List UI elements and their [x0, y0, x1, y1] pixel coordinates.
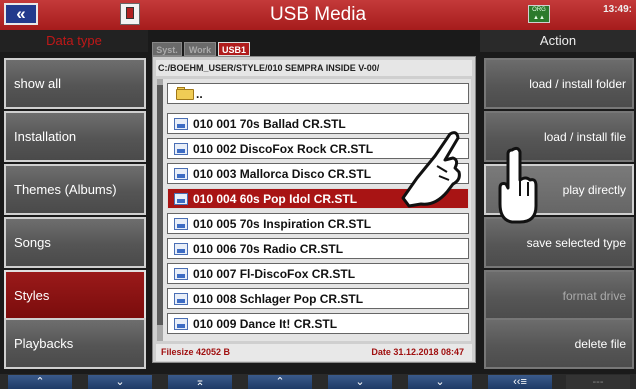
data-type-themes[interactable]: Themes (Albums) [4, 164, 146, 215]
clock: 13:49: [603, 4, 632, 15]
style-file-icon [174, 117, 188, 130]
format-drive-button[interactable]: format drive [484, 270, 634, 321]
title-bar: « USB Media ORG ▲▲ 13:49: [0, 0, 636, 30]
style-file-icon [174, 142, 188, 155]
style-file-icon [174, 217, 188, 230]
file-list: .. 010 001 70s Ballad CR.STL 010 002 Dis… [157, 79, 471, 341]
exit-button[interactable]: ‹‹≡ [488, 375, 552, 389]
data-type-installation[interactable]: Installation [4, 111, 146, 162]
data-type-styles[interactable]: Styles [4, 270, 146, 321]
organ-icon[interactable]: ORG ▲▲ [528, 5, 550, 23]
style-file-icon [174, 167, 188, 180]
file-row[interactable]: 010 005 70s Inspiration CR.STL [167, 213, 469, 234]
delete-file-button[interactable]: delete file [484, 318, 634, 369]
load-install-folder-button[interactable]: load / install folder [484, 58, 634, 109]
pressing-hand-icon [498, 146, 538, 224]
tab-system[interactable]: Syst. [152, 42, 182, 56]
scroll-down-button[interactable]: ⌄ [328, 375, 392, 389]
file-row[interactable]: 010 008 Schlager Pop CR.STL [167, 288, 469, 309]
data-type-show-all[interactable]: show all [4, 58, 146, 109]
next-item-button[interactable]: ⌄ [408, 375, 472, 389]
page-down-button[interactable]: ⌄ [88, 375, 152, 389]
folder-icon [176, 87, 194, 100]
status-bar: Filesize 42052 B Date 31.12.2018 08:47 [156, 344, 472, 361]
file-row[interactable]: 010 007 Fl-DiscoFox CR.STL [167, 263, 469, 284]
bottom-bar: ⌃ ⌄ ⌅ ⌃ ⌄ ⌄ ‹‹≡ --- [0, 374, 636, 389]
style-file-icon [174, 292, 188, 305]
scroll-up-button[interactable]: ⌃ [248, 375, 312, 389]
file-row[interactable]: 010 009 Dance It! CR.STL [167, 313, 469, 334]
scrollbar[interactable] [157, 79, 163, 341]
scroll-thumb[interactable] [157, 85, 163, 325]
style-file-icon [174, 192, 188, 205]
current-path: C:/BOEHM_USER/STYLE/010 SEMPRA INSIDE V-… [156, 60, 472, 76]
page-up-button[interactable]: ⌃ [8, 375, 72, 389]
data-type-songs[interactable]: Songs [4, 217, 146, 268]
tab-work[interactable]: Work [184, 42, 216, 56]
style-file-icon [174, 317, 188, 330]
tab-usb1[interactable]: USB1 [218, 42, 250, 56]
style-file-icon [174, 242, 188, 255]
empty-button: --- [566, 375, 630, 389]
action-heading: Action [480, 30, 636, 52]
data-type-playbacks[interactable]: Playbacks [4, 318, 146, 369]
data-type-heading: Data type [0, 30, 148, 52]
filesize-label: Filesize 42052 B [161, 347, 231, 357]
parent-folder-row[interactable]: .. [167, 83, 469, 104]
first-item-button[interactable]: ⌅ [168, 375, 232, 389]
pointing-hand-icon [401, 131, 461, 208]
style-file-icon [174, 267, 188, 280]
file-row[interactable]: 010 006 70s Radio CR.STL [167, 238, 469, 259]
date-label: Date 31.12.2018 08:47 [371, 347, 464, 357]
